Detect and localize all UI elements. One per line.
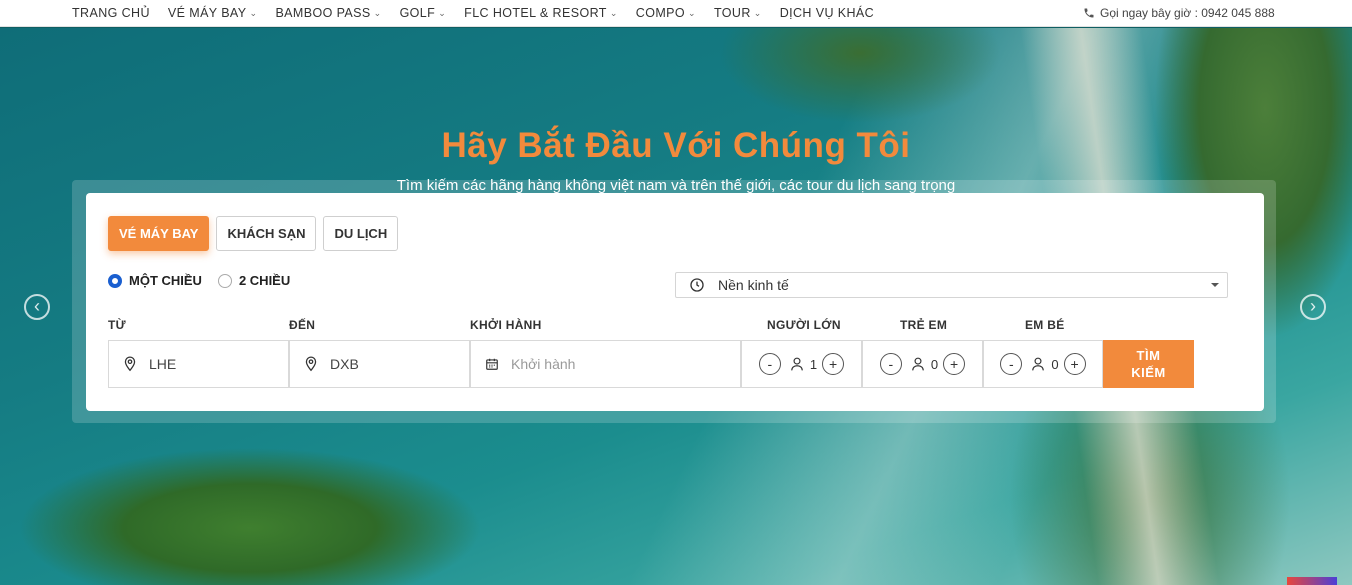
menu-item-golf[interactable]: GOLF ⌄ xyxy=(400,6,447,20)
chevron-down-icon: ⌄ xyxy=(753,7,762,18)
caret-down-icon xyxy=(1211,283,1219,287)
hotline-text: Gọi ngay bây giờ : 0942 045 888 xyxy=(1100,6,1275,20)
cabin-class-value: Nền kinh tế xyxy=(718,277,789,293)
children-minus-button[interactable]: - xyxy=(879,353,902,375)
search-tabs: VÉ MÁY BAY KHÁCH SẠN DU LỊCH xyxy=(108,216,405,251)
menu-item-compo[interactable]: COMPO ⌄ xyxy=(636,6,696,20)
trip-type-group: MỘT CHIỀU 2 CHIỀU xyxy=(108,273,306,288)
calendar-icon xyxy=(485,357,499,371)
depart-placeholder: Khởi hành xyxy=(511,356,576,372)
clock-icon xyxy=(690,278,704,292)
chevron-down-icon: ⌄ xyxy=(609,7,618,18)
tab-hotels[interactable]: KHÁCH SẠN xyxy=(216,216,317,251)
top-nav: TRANG CHỦ VÉ MÁY BAY ⌄ BAMBOO PASS ⌄ GOLF ⌄… xyxy=(0,0,1352,27)
to-field[interactable]: DXB xyxy=(289,340,470,388)
search-button[interactable]: TÌM KIẾM xyxy=(1103,340,1194,388)
chevron-down-icon: ⌄ xyxy=(688,7,696,18)
label-to: ĐẾN xyxy=(289,318,316,332)
user-icon xyxy=(911,356,925,372)
tab-flights[interactable]: VÉ MÁY BAY xyxy=(108,216,210,251)
label-infants: EM BÉ xyxy=(1025,318,1065,332)
search-panel: VÉ MÁY BAY KHÁCH SẠN DU LỊCH MỘT CHIỀU 2… xyxy=(86,193,1264,411)
tab-tours[interactable]: DU LỊCH xyxy=(323,216,399,251)
infants-counter: - 0 + xyxy=(983,340,1103,388)
radio-one-way[interactable]: MỘT CHIỀU xyxy=(108,273,202,288)
children-plus-button[interactable]: + xyxy=(943,353,966,375)
phone-icon xyxy=(1084,8,1094,18)
hotline[interactable]: Gọi ngay bây giờ : 0942 045 888 xyxy=(1083,6,1275,20)
cabin-class-select[interactable]: Nền kinh tế xyxy=(675,272,1228,298)
main-menu: TRANG CHỦ VÉ MÁY BAY ⌄ BAMBOO PASS ⌄ GOLF ⌄… xyxy=(72,6,892,20)
chevron-down-icon: ⌄ xyxy=(249,7,258,18)
corner-badge xyxy=(1287,577,1337,585)
infants-plus-button[interactable]: + xyxy=(1063,353,1086,375)
menu-item-home[interactable]: TRANG CHỦ xyxy=(72,6,150,20)
adults-count: 1 xyxy=(809,356,818,372)
adults-minus-button[interactable]: - xyxy=(758,353,781,375)
label-children: TRẺ EM xyxy=(900,318,948,332)
menu-item-bamboo-pass[interactable]: BAMBOO PASS ⌄ xyxy=(275,6,381,20)
label-depart: KHỞI HÀNH xyxy=(470,318,542,332)
chevron-down-icon: ⌄ xyxy=(373,7,382,18)
adults-counter: - 1 + xyxy=(741,340,862,388)
menu-item-flights[interactable]: VÉ MÁY BAY ⌄ xyxy=(168,6,258,20)
from-field[interactable]: LHE xyxy=(108,340,289,388)
user-icon xyxy=(1031,356,1045,372)
children-counter: - 0 + xyxy=(862,340,983,388)
menu-item-tour[interactable]: TOUR ⌄ xyxy=(714,6,762,20)
menu-item-other-services[interactable]: DỊCH VỤ KHÁC xyxy=(780,6,874,20)
radio-checked-icon xyxy=(108,273,122,288)
infants-count: 0 xyxy=(1051,356,1059,372)
user-icon xyxy=(790,356,804,372)
carousel-next-button[interactable]: › xyxy=(1300,294,1326,320)
radio-round-trip[interactable]: 2 CHIỀU xyxy=(217,273,290,288)
from-value: LHE xyxy=(149,356,177,372)
carousel-prev-button[interactable]: ‹ xyxy=(24,294,50,320)
chevron-left-icon: ‹ xyxy=(34,296,40,316)
chevron-down-icon: ⌄ xyxy=(438,7,447,18)
adults-plus-button[interactable]: + xyxy=(822,353,845,375)
children-count: 0 xyxy=(930,356,939,372)
map-pin-icon xyxy=(304,356,318,372)
label-from: TỪ xyxy=(108,318,126,332)
menu-item-flc-hotel[interactable]: FLC HOTEL & RESORT ⌄ xyxy=(464,6,618,20)
hero-title: Hãy Bắt Đầu Với Chúng Tôi xyxy=(441,126,911,165)
depart-date-field[interactable]: Khởi hành xyxy=(470,340,741,388)
map-pin-icon xyxy=(123,356,137,372)
radio-unchecked-icon xyxy=(217,273,232,288)
label-adults: NGƯỜI LỚN xyxy=(767,318,841,332)
infants-minus-button[interactable]: - xyxy=(1000,353,1023,375)
chevron-right-icon: › xyxy=(1310,296,1316,316)
to-value: DXB xyxy=(330,356,359,372)
